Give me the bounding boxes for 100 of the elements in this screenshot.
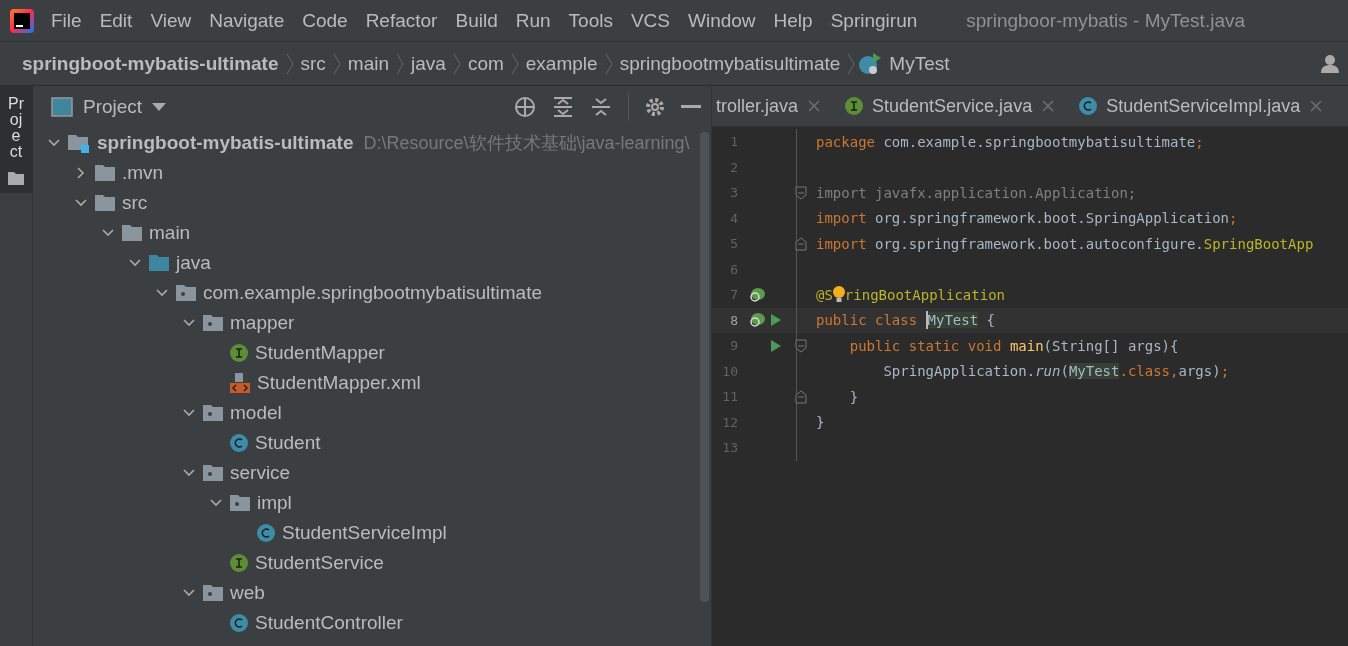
menu-item[interactable]: File	[42, 9, 91, 32]
menu-item[interactable]: Tools	[559, 9, 622, 32]
tree-item[interactable]: Student	[255, 432, 321, 454]
menu-item[interactable]: Navigate	[200, 9, 294, 32]
menu-item[interactable]: Build	[446, 9, 507, 32]
menu-item[interactable]: View	[141, 9, 201, 32]
code-token: com.example.springbootmybatisultimate	[883, 133, 1196, 150]
code-token: SpringBootApp	[1203, 235, 1314, 252]
package-folder-icon	[202, 584, 224, 602]
tree-item[interactable]: model	[230, 402, 282, 424]
code-token: .class,	[1119, 363, 1179, 380]
menu-item[interactable]: Code	[293, 9, 357, 32]
code-token: import javafx.application.Application;	[816, 184, 1137, 201]
minimize-icon[interactable]	[681, 105, 701, 109]
code-token: {	[985, 312, 995, 329]
tree-item[interactable]: com.example.springbootmybatisultimate	[203, 282, 542, 304]
tree-item[interactable]: .mvn	[122, 162, 164, 184]
window-icon	[51, 97, 73, 117]
class-icon	[256, 523, 276, 543]
folder-icon	[8, 172, 24, 185]
editor-tab[interactable]: StudentServiceImpl.java	[1062, 86, 1331, 126]
code-token: ;	[1229, 210, 1238, 227]
tree-item[interactable]: src	[122, 192, 148, 214]
tree-item[interactable]: StudentMapper	[255, 342, 385, 364]
tree-item[interactable]: main	[149, 222, 191, 244]
tree-item[interactable]: service	[230, 462, 291, 484]
code-token: public static void	[848, 337, 1003, 354]
code-token: ;	[1220, 363, 1230, 380]
fold-close-icon[interactable]	[795, 236, 807, 251]
line-number: 3	[729, 185, 738, 201]
app-logo-icon[interactable]	[10, 8, 34, 33]
bean-icon[interactable]	[748, 285, 766, 304]
code-token: (String[] args){	[1043, 337, 1179, 354]
crosshair-icon[interactable]	[514, 96, 536, 118]
code-token: main	[1009, 337, 1044, 354]
class-icon	[1078, 96, 1099, 116]
tree-item[interactable]: StudentMapper.xml	[257, 372, 421, 394]
code-token: org.springframework.boot.autoconfigure.	[875, 235, 1204, 252]
line-number: 4	[729, 210, 738, 226]
menu-item[interactable]: Edit	[90, 9, 142, 32]
tree-item[interactable]: StudentController	[255, 612, 403, 634]
tree-item[interactable]: java	[176, 252, 211, 274]
breadcrumb-item[interactable]: com	[463, 52, 508, 75]
code-token: args)	[1178, 363, 1221, 380]
menu-item[interactable]: Help	[764, 9, 822, 32]
package-folder-icon	[202, 404, 224, 422]
user-icon[interactable]	[1320, 53, 1342, 74]
menu-item[interactable]: Run	[506, 9, 560, 32]
dropdown-icon[interactable]	[152, 103, 167, 111]
folder-icon	[148, 254, 170, 272]
panel-title[interactable]: Project	[83, 96, 143, 118]
package-folder-icon	[229, 494, 251, 512]
code-token: }	[816, 414, 825, 431]
expand-all-icon[interactable]	[552, 96, 574, 118]
breadcrumb-item[interactable]: java	[407, 52, 450, 75]
breadcrumb-item[interactable]: main	[343, 52, 394, 75]
menu-item[interactable]: Window	[679, 9, 765, 32]
bean-icon[interactable]	[748, 311, 766, 330]
editor-tab[interactable]: StudentService.java	[828, 86, 1063, 126]
fold-open-icon[interactable]	[795, 185, 807, 200]
fold-open-icon[interactable]	[795, 338, 807, 353]
run-icon[interactable]	[770, 338, 782, 353]
breadcrumb-item[interactable]: springboot-mybatis-ultimate	[18, 52, 283, 75]
tree-item[interactable]: mapper	[230, 312, 295, 334]
line-number: 12	[721, 414, 738, 430]
code-token: MyTest	[927, 312, 979, 329]
menu-item[interactable]: Refactor	[356, 9, 447, 32]
interface-icon	[229, 553, 249, 573]
breadcrumb-item[interactable]: src	[296, 52, 330, 75]
tree-item[interactable]: StudentService	[255, 552, 384, 574]
tree-item[interactable]: impl	[257, 492, 292, 514]
folder-icon	[94, 164, 116, 182]
menu-item[interactable]: VCS	[621, 9, 679, 32]
line-number: 7	[729, 287, 738, 303]
interface-icon	[229, 343, 249, 363]
menu-item[interactable]: Springirun	[821, 9, 927, 32]
lightbulb-icon[interactable]	[832, 284, 845, 305]
line-number: 13	[721, 440, 738, 456]
breadcrumb-item[interactable]: example	[521, 52, 602, 75]
settings-icon[interactable]	[645, 97, 665, 117]
run-icon[interactable]	[770, 313, 782, 328]
text-caret	[925, 311, 928, 330]
tree-item[interactable]: StudentServiceImpl	[282, 522, 447, 544]
fold-close-icon[interactable]	[795, 389, 807, 404]
code-token: ;	[1195, 133, 1204, 150]
package-folder-icon	[202, 314, 224, 332]
line-number: 8	[729, 312, 738, 328]
breadcrumb-item[interactable]: MyTest	[885, 52, 954, 75]
line-number: 10	[721, 363, 738, 379]
code-token: MyTest	[1068, 363, 1120, 380]
code-token: SpringApplication.	[882, 363, 1036, 380]
tree-item[interactable]: web	[230, 582, 265, 604]
editor-tab[interactable]: troller.java	[712, 86, 829, 126]
collapse-all-icon[interactable]	[590, 96, 612, 118]
code-token: public class	[816, 312, 919, 329]
code-token: import	[816, 210, 868, 227]
folder-icon	[121, 224, 143, 242]
window-title: springboor-mybatis - MyTest.java	[966, 9, 1246, 32]
breadcrumb-item[interactable]: springbootmybatisultimate	[615, 52, 845, 75]
tree-item[interactable]: springboot-mybatis-ultimate	[97, 132, 354, 154]
